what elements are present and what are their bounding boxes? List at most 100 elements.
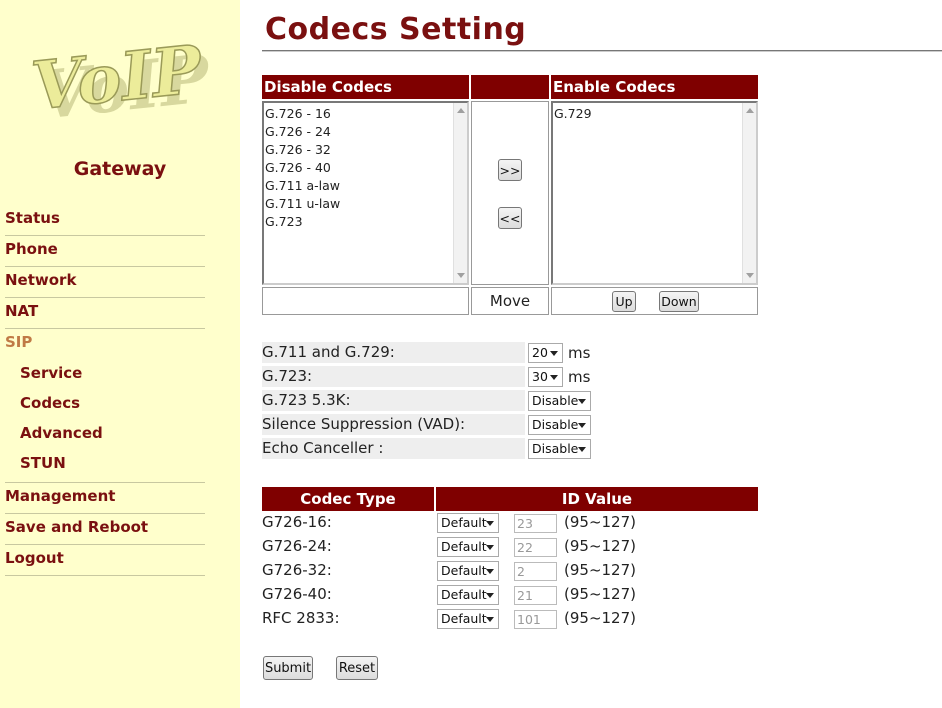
move-to-enabled-button[interactable]: >> xyxy=(498,159,522,181)
g723-53k-select[interactable]: Disable xyxy=(528,391,591,411)
page-title: Codecs Setting xyxy=(265,12,527,47)
nav-menu: Status Phone Network NAT SIP Service Cod… xyxy=(5,205,205,576)
chevron-down-icon xyxy=(578,399,586,404)
g711-g729-packet-unit: ms xyxy=(568,344,591,362)
codec-type-label: G726-40: xyxy=(262,585,332,603)
g711-g729-packet-label: G.711 and G.729: xyxy=(262,342,525,363)
enable-codecs-header: Enable Codecs xyxy=(551,75,758,99)
id-mode-value: Default xyxy=(441,563,487,578)
nav-save-reboot[interactable]: Save and Reboot xyxy=(5,514,205,545)
id-value-input[interactable]: 23 xyxy=(514,514,557,533)
codec-type-label: G726-24: xyxy=(262,537,332,555)
g723-53k-value: Disable xyxy=(532,393,579,408)
nav-management[interactable]: Management xyxy=(5,483,205,514)
enabled-codecs-list[interactable]: G.729 xyxy=(551,101,758,285)
enabled-codec-option[interactable]: G.729 xyxy=(554,105,756,123)
move-to-disabled-button[interactable]: << xyxy=(498,207,522,229)
id-mode-select[interactable]: Default xyxy=(437,537,499,557)
chevron-down-icon xyxy=(486,569,494,574)
id-value-header: ID Value xyxy=(436,487,758,511)
title-divider xyxy=(262,50,942,52)
disable-codecs-header: Disable Codecs xyxy=(262,75,469,99)
disabled-codec-option[interactable]: G.726 - 16 xyxy=(265,105,467,123)
g711-g729-packet-value: 20 xyxy=(532,345,548,360)
g723-53k-label: G.723 5.3K: xyxy=(262,390,525,411)
chevron-down-icon xyxy=(486,521,494,526)
nav-sip-stun[interactable]: STUN xyxy=(5,449,205,483)
chevron-down-icon xyxy=(486,617,494,622)
id-value-range: (95~127) xyxy=(564,585,636,603)
codec-type-label: G726-32: xyxy=(262,561,332,579)
nav-logout[interactable]: Logout xyxy=(5,545,205,576)
id-value-input[interactable]: 22 xyxy=(514,538,557,557)
disabled-codec-option[interactable]: G.726 - 32 xyxy=(265,141,467,159)
id-value-range: (95~127) xyxy=(564,561,636,579)
id-value-input[interactable]: 2 xyxy=(514,562,557,581)
nav-sip-advanced[interactable]: Advanced xyxy=(5,419,205,449)
echo-canceller-select[interactable]: Disable xyxy=(528,439,591,459)
nav-sip-service[interactable]: Service xyxy=(5,359,205,389)
id-value-input[interactable]: 21 xyxy=(514,586,557,605)
move-column-header xyxy=(471,75,549,99)
move-down-button[interactable]: Down xyxy=(659,291,699,312)
enabled-list-scrollbar[interactable] xyxy=(742,103,756,283)
nav-status[interactable]: Status xyxy=(5,205,205,236)
chevron-down-icon xyxy=(578,447,586,452)
id-mode-select[interactable]: Default xyxy=(437,585,499,605)
g723-packet-unit: ms xyxy=(568,368,591,386)
order-buttons-cell: Up Down xyxy=(551,287,758,315)
disabled-footer-cell xyxy=(262,287,469,315)
move-up-button[interactable]: Up xyxy=(612,291,636,312)
silence-suppression-value: Disable xyxy=(532,417,579,432)
nav-sip[interactable]: SIP xyxy=(5,329,205,359)
nav-sip-codecs[interactable]: Codecs xyxy=(5,389,205,419)
g723-packet-value: 30 xyxy=(532,369,548,384)
g711-g729-packet-select[interactable]: 20 xyxy=(528,343,563,363)
codec-type-header: Codec Type xyxy=(262,487,434,511)
nav-nat[interactable]: NAT xyxy=(5,298,205,329)
brand-label: Gateway xyxy=(73,158,167,180)
id-mode-value: Default xyxy=(441,515,487,530)
chevron-down-icon xyxy=(550,351,558,356)
move-buttons-panel: >> << xyxy=(471,101,549,285)
scroll-up-icon[interactable] xyxy=(457,108,465,113)
id-value-range: (95~127) xyxy=(564,537,636,555)
id-value-range: (95~127) xyxy=(564,513,636,531)
disabled-codecs-list[interactable]: G.726 - 16 G.726 - 24 G.726 - 32 G.726 - 40… xyxy=(262,101,469,285)
disabled-list-scrollbar[interactable] xyxy=(453,103,467,283)
chevron-down-icon xyxy=(550,375,558,380)
scroll-down-icon[interactable] xyxy=(457,273,465,278)
move-label: Move xyxy=(471,287,549,315)
silence-suppression-select[interactable]: Disable xyxy=(528,415,591,435)
id-mode-value: Default xyxy=(441,587,487,602)
codec-type-label: G726-16: xyxy=(262,513,332,531)
nav-phone[interactable]: Phone xyxy=(5,236,205,267)
id-value-input[interactable]: 101 xyxy=(514,610,557,629)
chevron-down-icon xyxy=(578,423,586,428)
disabled-codec-option[interactable]: G.711 a-law xyxy=(265,177,467,195)
silence-suppression-label: Silence Suppression (VAD): xyxy=(262,414,525,435)
sidebar: VoIP VoIP Gateway Status Phone Network N… xyxy=(0,0,240,708)
scroll-down-icon[interactable] xyxy=(746,273,754,278)
id-mode-value: Default xyxy=(441,611,487,626)
id-value-range: (95~127) xyxy=(564,609,636,627)
scroll-up-icon[interactable] xyxy=(746,108,754,113)
id-mode-select[interactable]: Default xyxy=(437,561,499,581)
disabled-codec-option[interactable]: G.711 u-law xyxy=(265,195,467,213)
id-mode-select[interactable]: Default xyxy=(437,609,499,629)
chevron-down-icon xyxy=(486,593,494,598)
codec-type-label: RFC 2833: xyxy=(262,609,340,627)
chevron-down-icon xyxy=(486,545,494,550)
disabled-codec-option[interactable]: G.726 - 24 xyxy=(265,123,467,141)
nav-network[interactable]: Network xyxy=(5,267,205,298)
disabled-codec-option[interactable]: G.726 - 40 xyxy=(265,159,467,177)
g723-packet-select[interactable]: 30 xyxy=(528,367,563,387)
echo-canceller-value: Disable xyxy=(532,441,579,456)
disabled-codec-option[interactable]: G.723 xyxy=(265,213,467,231)
g723-packet-label: G.723: xyxy=(262,366,525,387)
reset-button[interactable]: Reset xyxy=(336,656,378,680)
id-mode-value: Default xyxy=(441,539,487,554)
voip-logo: VoIP VoIP xyxy=(28,30,218,130)
submit-button[interactable]: Submit xyxy=(263,656,313,680)
id-mode-select[interactable]: Default xyxy=(437,513,499,533)
